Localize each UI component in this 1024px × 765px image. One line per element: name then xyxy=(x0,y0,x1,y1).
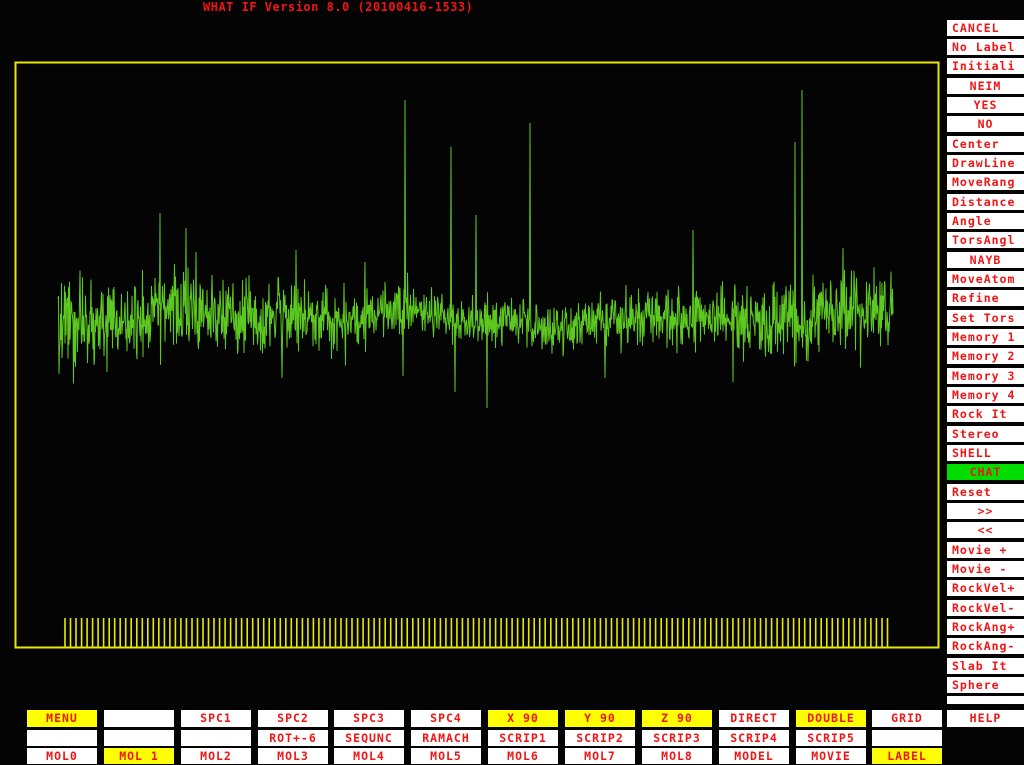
button-scrip3[interactable]: SCRIP3 xyxy=(642,730,712,746)
sidebar-item-angle[interactable]: Angle xyxy=(947,213,1024,229)
button-direct[interactable]: DIRECT xyxy=(719,710,789,727)
button-blank[interactable] xyxy=(104,730,174,746)
sidebar-item-moverang[interactable]: MoveRang xyxy=(947,174,1024,190)
button-spc4[interactable]: SPC4 xyxy=(411,710,481,727)
button-ramach[interactable]: RAMACH xyxy=(411,730,481,746)
button-spc2[interactable]: SPC2 xyxy=(258,710,328,727)
button-mol4[interactable]: MOL4 xyxy=(334,748,404,764)
sidebar-item-yes[interactable]: YES xyxy=(947,97,1024,113)
sidebar-item-center[interactable]: Center xyxy=(947,136,1024,152)
button-sequnc[interactable]: SEQUNC xyxy=(334,730,404,746)
sidebar-item-movie[interactable]: Movie - xyxy=(947,561,1024,577)
sidebar-item-movie[interactable]: Movie + xyxy=(947,542,1024,558)
sidebar-item-rock-it[interactable]: Rock It xyxy=(947,406,1024,422)
sidebar-item-drawline[interactable]: DrawLine xyxy=(947,155,1024,171)
button-mol-1[interactable]: MOL 1 xyxy=(104,748,174,764)
sidebar-item-cancel[interactable]: CANCEL xyxy=(947,20,1024,36)
button-mol2[interactable]: MOL2 xyxy=(181,748,251,764)
button-mol5[interactable]: MOL5 xyxy=(411,748,481,764)
button-spc3[interactable]: SPC3 xyxy=(334,710,404,727)
sidebar-item-rockvel[interactable]: RockVel+ xyxy=(947,580,1024,596)
sidebar-item-blank[interactable]: << xyxy=(947,522,1024,538)
sidebar-item-torsangl[interactable]: TorsAngl xyxy=(947,232,1024,248)
sidebar-item-no[interactable]: NO xyxy=(947,116,1024,132)
button-scrip5[interactable]: SCRIP5 xyxy=(796,730,866,746)
button-blank[interactable] xyxy=(872,730,942,746)
sidebar-item-stereo[interactable]: Stereo xyxy=(947,426,1024,442)
sidebar-item-rockang[interactable]: RockAng- xyxy=(947,638,1024,654)
sidebar-item-blank[interactable]: >> xyxy=(947,503,1024,519)
sidebar-item-initiali[interactable]: Initiali xyxy=(947,58,1024,74)
button-mol0[interactable]: MOL0 xyxy=(27,748,97,764)
sequence-ticks xyxy=(64,618,889,647)
button-label[interactable]: LABEL xyxy=(872,748,942,764)
button-menu[interactable]: MENU xyxy=(27,710,97,727)
plot-border xyxy=(14,61,940,649)
button-mol7[interactable]: MOL7 xyxy=(565,748,635,764)
button-spc1[interactable]: SPC1 xyxy=(181,710,251,727)
sidebar-item-memory-3[interactable]: Memory 3 xyxy=(947,368,1024,384)
sidebar-item-set-tors[interactable]: Set Tors xyxy=(947,310,1024,326)
sidebar-item-chat[interactable]: CHAT xyxy=(947,464,1024,480)
button-y-90[interactable]: Y 90 xyxy=(565,710,635,727)
sidebar-item-neim[interactable]: NEIM xyxy=(947,78,1024,94)
sidebar-item-memory-2[interactable]: Memory 2 xyxy=(947,348,1024,364)
button-mol8[interactable]: MOL8 xyxy=(642,748,712,764)
button-x-90[interactable]: X 90 xyxy=(488,710,558,727)
trace-line xyxy=(57,89,894,409)
button-scrip2[interactable]: SCRIP2 xyxy=(565,730,635,746)
plot-canvas[interactable] xyxy=(0,0,1024,765)
sidebar-item-blank[interactable] xyxy=(947,696,1024,704)
button-rot-6[interactable]: ROT+-6 xyxy=(258,730,328,746)
button-z-90[interactable]: Z 90 xyxy=(642,710,712,727)
sidebar-item-rockvel[interactable]: RockVel- xyxy=(947,600,1024,616)
button-scrip4[interactable]: SCRIP4 xyxy=(719,730,789,746)
sidebar-item-sphere[interactable]: Sphere xyxy=(947,677,1024,693)
button-mol6[interactable]: MOL6 xyxy=(488,748,558,764)
button-scrip1[interactable]: SCRIP1 xyxy=(488,730,558,746)
sidebar-item-moveatom[interactable]: MoveAtom xyxy=(947,271,1024,287)
sidebar-item-memory-4[interactable]: Memory 4 xyxy=(947,387,1024,403)
sidebar-item-memory-1[interactable]: Memory 1 xyxy=(947,329,1024,345)
button-movie[interactable]: MOVIE xyxy=(796,748,866,764)
button-model[interactable]: MODEL xyxy=(719,748,789,764)
sidebar-item-distance[interactable]: Distance xyxy=(947,194,1024,210)
sidebar-item-slab-it[interactable]: Slab It xyxy=(947,658,1024,674)
button-grid[interactable]: GRID xyxy=(872,710,942,727)
button-blank[interactable] xyxy=(104,710,174,727)
button-double[interactable]: DOUBLE xyxy=(796,710,866,727)
sidebar-item-help[interactable]: HELP xyxy=(947,710,1024,727)
button-mol3[interactable]: MOL3 xyxy=(258,748,328,764)
sidebar-item-refine[interactable]: Refine xyxy=(947,290,1024,306)
sidebar-item-no-label[interactable]: No Label xyxy=(947,39,1024,55)
sidebar-item-shell[interactable]: SHELL xyxy=(947,445,1024,461)
button-blank[interactable] xyxy=(181,730,251,746)
button-blank[interactable] xyxy=(27,730,97,746)
sidebar-item-rockang[interactable]: RockAng+ xyxy=(947,619,1024,635)
sidebar-item-reset[interactable]: Reset xyxy=(947,484,1024,500)
sidebar-item-nayb[interactable]: NAYB xyxy=(947,252,1024,268)
